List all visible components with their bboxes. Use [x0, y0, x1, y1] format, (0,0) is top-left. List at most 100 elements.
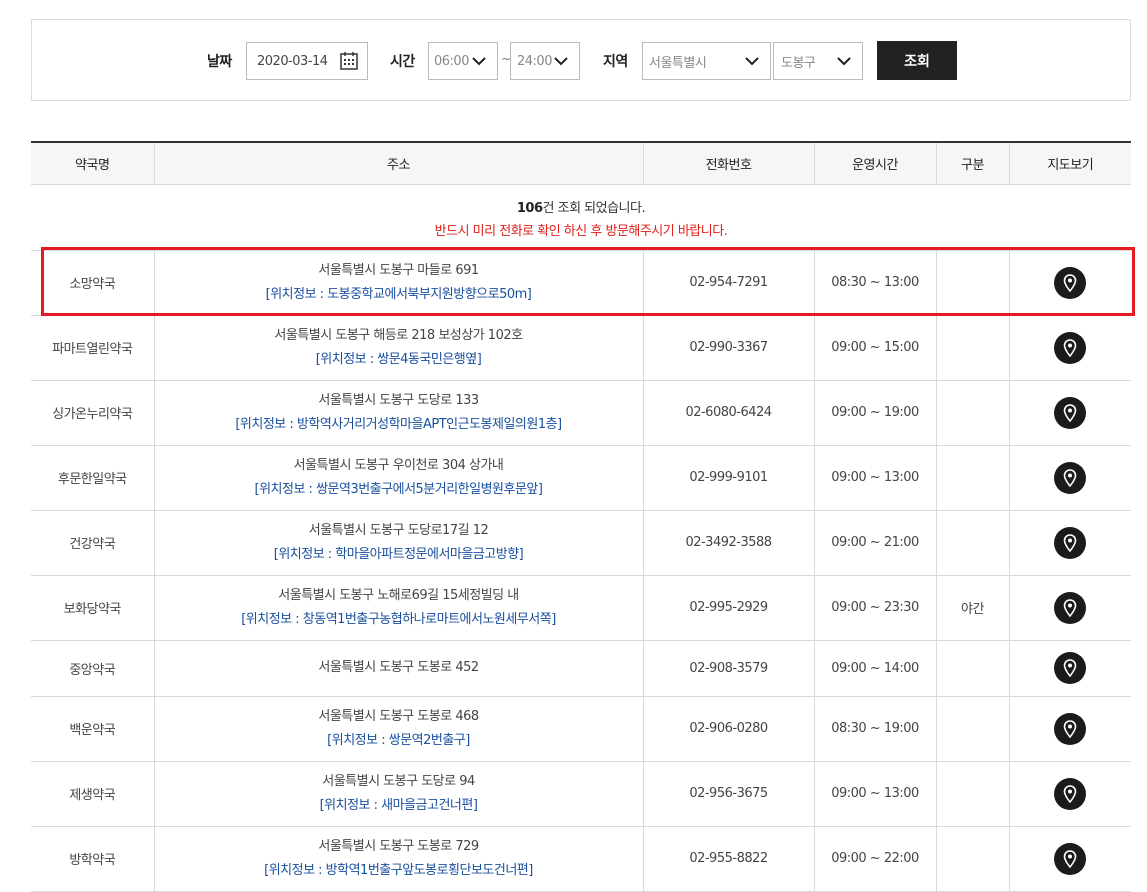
pharmacy-name: 후문한일약국: [31, 445, 154, 511]
table-row: 싱가온누리약국 서울특별시 도봉구 도당로 133 [위치정보 : 방학역사거리…: [31, 380, 1131, 446]
pharmacy-hours: 09:00 ~ 22:00: [813, 826, 936, 892]
pharmacy-location-info: [위치정보 : 쌍문역2번출구]: [327, 732, 470, 748]
pharmacy-type: [935, 250, 1009, 316]
pharmacy-hours: 09:00 ~ 13:00: [813, 761, 936, 827]
map-pin-icon[interactable]: [1054, 331, 1087, 364]
map-pin-icon[interactable]: [1054, 652, 1087, 684]
pharmacy-hours: 08:30 ~ 13:00: [813, 250, 936, 316]
table-row: 중앙약국 서울특별시 도봉구 도봉로 452 02-908-3579 09:00…: [31, 640, 1131, 697]
header-phone: 전화번호: [642, 141, 814, 185]
table-row: 파마트열린약국 서울특별시 도봉구 해등로 218 보성상가 102호 [위치정…: [31, 315, 1131, 381]
calendar-icon[interactable]: [339, 51, 359, 71]
pharmacy-address: 서울특별시 도봉구 도당로17길 12: [308, 522, 489, 538]
pharmacy-type: [935, 761, 1009, 827]
pharmacy-address: 서울특별시 도봉구 도봉로 729: [318, 838, 479, 854]
pharmacy-name: 파마트열린약국: [31, 315, 154, 381]
pharmacy-hours: 09:00 ~ 23:30: [813, 575, 936, 641]
time-start-value: 06:00: [434, 53, 469, 69]
map-pin-icon[interactable]: [1054, 461, 1087, 494]
pharmacy-location-info: [위치정보 : 새마을금고건너편]: [319, 797, 478, 813]
result-count-suffix: 건 조회 되었습니다.: [542, 201, 646, 216]
map-pin-icon[interactable]: [1054, 712, 1087, 745]
pharmacy-hours: 09:00 ~ 19:00: [813, 380, 936, 446]
map-pin-icon[interactable]: [1054, 777, 1087, 810]
pharmacy-location-info: [위치정보 : 도봉중학교에서북부지원방향으로50m]: [265, 286, 532, 302]
pharmacy-phone: 02-6080-6424: [642, 380, 814, 446]
pharmacy-type: [935, 380, 1009, 446]
result-count: 106건 조회 되었습니다.: [31, 197, 1131, 220]
chevron-down-icon: [472, 57, 486, 66]
pharmacy-phone: 02-956-3675: [642, 761, 814, 827]
pharmacy-name: 중앙약국: [31, 640, 154, 697]
pharmacy-results-table: 약국명 주소 전화번호 운영시간 구분 지도보기 106건 조회 되었습니다. …: [31, 141, 1131, 892]
pharmacy-phone: 02-990-3367: [642, 315, 814, 381]
time-label: 시간: [390, 54, 415, 70]
pharmacy-type: [935, 315, 1009, 381]
region-label: 지역: [603, 54, 628, 70]
pharmacy-hours: 09:00 ~ 13:00: [813, 445, 936, 511]
pharmacy-phone: 02-954-7291: [642, 250, 814, 316]
pharmacy-type: [935, 445, 1009, 511]
pharmacy-location-info: [위치정보 : 학마을아파트정문에서마을금고방향]: [273, 546, 524, 562]
pharmacy-address: 서울특별시 도봉구 해등로 218 보성상가 102호: [274, 327, 523, 343]
pharmacy-phone: 02-995-2929: [642, 575, 814, 641]
table-row: 백운약국 서울특별시 도봉구 도봉로 468 [위치정보 : 쌍문역2번출구] …: [31, 696, 1131, 762]
pharmacy-location-info: [위치정보 : 창동역1번출구농협하나로마트에서노원세무서쪽]: [241, 611, 556, 627]
call-ahead-warning: 반드시 미리 전화로 확인 하신 후 방문해주시기 바랍니다.: [434, 224, 728, 239]
map-pin-icon[interactable]: [1054, 266, 1087, 299]
time-end-select[interactable]: 24:00: [510, 42, 580, 80]
map-pin-icon[interactable]: [1054, 591, 1087, 624]
pharmacy-hours: 09:00 ~ 14:00: [813, 640, 936, 697]
pharmacy-name: 방학약국: [31, 826, 154, 892]
header-hours: 운영시간: [813, 141, 936, 185]
header-address: 주소: [153, 141, 643, 185]
table-row: 후문한일약국 서울특별시 도봉구 우이천로 304 상가내 [위치정보 : 쌍문…: [31, 445, 1131, 511]
pharmacy-hours: 08:30 ~ 19:00: [813, 696, 936, 762]
table-row: 보화당약국 서울특별시 도봉구 노해로69길 15세정빌딩 내 [위치정보 : …: [31, 575, 1131, 641]
header-name: 약국명: [31, 141, 154, 185]
pharmacy-name: 싱가온누리약국: [31, 380, 154, 446]
pharmacy-address: 서울특별시 도봉구 노해로69길 15세정빌딩 내: [278, 587, 519, 603]
pharmacy-address: 서울특별시 도봉구 도봉로 468: [318, 708, 479, 724]
pharmacy-name: 백운약국: [31, 696, 154, 762]
pharmacy-name: 보화당약국: [31, 575, 154, 641]
map-pin-icon[interactable]: [1054, 842, 1087, 875]
pharmacy-name: 제생약국: [31, 761, 154, 827]
pharmacy-address: 서울특별시 도봉구 도당로 94: [322, 773, 475, 789]
pharmacy-address: 서울특별시 도봉구 도당로 133: [318, 392, 479, 408]
header-type: 구분: [935, 141, 1009, 185]
pharmacy-phone: 02-906-0280: [642, 696, 814, 762]
result-count-number: 106: [516, 201, 543, 216]
map-pin-icon[interactable]: [1054, 396, 1087, 429]
pharmacy-phone: 02-999-9101: [642, 445, 814, 511]
chevron-down-icon: [837, 57, 851, 66]
pharmacy-phone: 02-955-8822: [642, 826, 814, 892]
chevron-down-icon: [745, 57, 759, 66]
table-row: 건강약국 서울특별시 도봉구 도당로17길 12 [위치정보 : 학마을아파트정…: [31, 510, 1131, 576]
search-filter-panel: 날짜 2020-03-14 시간 06:00 ~ 24:00 지역 서울특별시 …: [31, 19, 1131, 101]
pharmacy-name: 소망약국: [31, 250, 154, 316]
pharmacy-hours: 09:00 ~ 15:00: [813, 315, 936, 381]
region-city-select[interactable]: 서울특별시: [642, 42, 771, 80]
pharmacy-type: [935, 510, 1009, 576]
table-row: 제생약국 서울특별시 도봉구 도당로 94 [위치정보 : 새마을금고건너편] …: [31, 761, 1131, 827]
header-map: 지도보기: [1008, 141, 1131, 185]
table-header-row: 약국명 주소 전화번호 운영시간 구분 지도보기: [31, 141, 1131, 185]
pharmacy-type: [935, 696, 1009, 762]
pharmacy-location-info: [위치정보 : 방학역사거리거성학마을APT인근도봉제일의원1층]: [235, 416, 562, 432]
map-pin-icon[interactable]: [1054, 526, 1087, 559]
date-input[interactable]: 2020-03-14: [246, 42, 368, 80]
time-start-select[interactable]: 06:00: [428, 42, 498, 80]
pharmacy-hours: 09:00 ~ 21:00: [813, 510, 936, 576]
table-row: 방학약국 서울특별시 도봉구 도봉로 729 [위치정보 : 방학역1번출구앞도…: [31, 826, 1131, 892]
pharmacy-address: 서울특별시 도봉구 우이천로 304 상가내: [293, 457, 504, 473]
table-row: 소망약국 서울특별시 도봉구 마들로 691 [위치정보 : 도봉중학교에서북부…: [31, 250, 1131, 316]
pharmacy-name: 건강약국: [31, 510, 154, 576]
date-label: 날짜: [207, 54, 232, 70]
search-button[interactable]: 조회: [877, 41, 957, 80]
time-end-value: 24:00: [517, 53, 552, 69]
pharmacy-type: [935, 640, 1009, 697]
pharmacy-address: 서울특별시 도봉구 마들로 691: [318, 262, 479, 278]
chevron-down-icon: [554, 57, 568, 66]
region-district-select[interactable]: 도봉구: [773, 42, 863, 80]
